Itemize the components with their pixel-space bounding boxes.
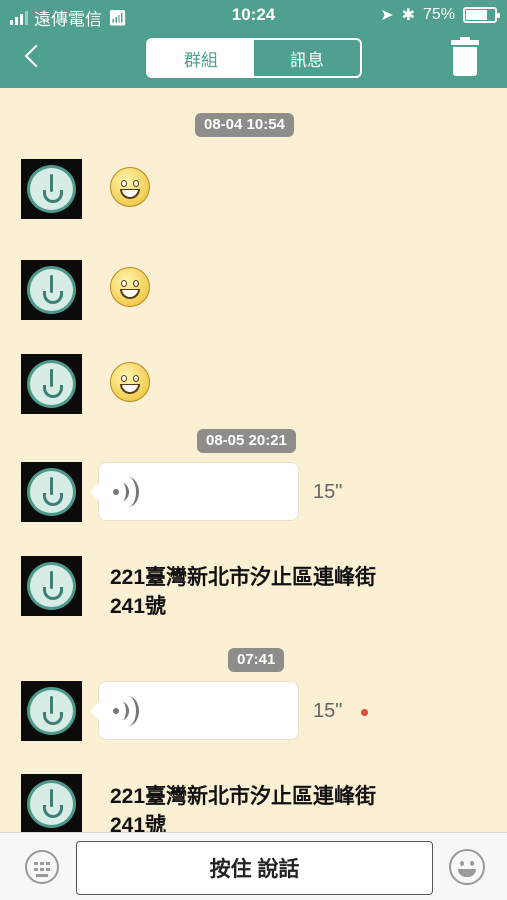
voice-duration: 15" [313,700,343,722]
location-icon: ➤ [380,7,394,24]
segmented-control: 群組 訊息 [146,38,362,78]
tab-group[interactable]: 群組 [148,40,254,76]
emoji-mouth [120,189,140,199]
avatar[interactable] [21,159,82,219]
status-bar: 遠傳電信 📶︎ 10:24 ➤ ✱ 75% [0,0,507,30]
voice-message-bubble[interactable] [90,462,299,521]
emoji-eye [133,280,139,287]
smiley-emoji-message[interactable] [110,167,150,207]
delete-button[interactable] [451,37,479,76]
avatar[interactable] [21,462,82,522]
battery-icon [463,7,500,23]
clock-icon [27,562,76,610]
tab-messages[interactable]: 訊息 [254,40,360,76]
keyboard-icon[interactable] [25,850,59,884]
chat-area[interactable]: 08-04 10:54 08-05 20:21 15" 221臺灣新北市汐止區連… [0,88,507,832]
clock-icon [27,165,76,213]
hold-to-talk-button[interactable]: 按住 說話 [76,841,433,895]
battery-percent: 75% [422,6,455,23]
clock-icon [27,360,76,408]
timestamp-badge: 07:41 [228,648,285,672]
clock-icon [27,780,76,828]
back-button[interactable] [22,44,44,70]
clock-icon [27,266,76,314]
text-message[interactable]: 221臺灣新北市汐止區連峰街241號 [110,782,390,832]
avatar[interactable] [21,681,82,741]
top-bar: 遠傳電信 📶︎ 10:24 ➤ ✱ 75% 群組 訊息 [0,0,507,88]
voice-wave-icon [113,696,141,726]
trash-lid [451,40,479,45]
avatar[interactable] [21,354,82,414]
trash-can [453,47,477,76]
emoji-mouth [120,384,140,394]
status-right: ➤ ✱ 75% [380,5,500,25]
emoji-eye [133,375,139,382]
avatar[interactable] [21,260,82,320]
avatar[interactable] [21,774,82,832]
emoji-eye [121,375,127,382]
avatar[interactable] [21,556,82,616]
input-bar: 按住 說話 [0,832,507,900]
emoji-eye [121,280,127,287]
emoji-mouth [120,289,140,299]
clock-icon [27,468,76,516]
timestamp-badge: 08-04 10:54 [195,113,294,137]
emoji-eye [133,180,139,187]
text-message[interactable]: 221臺灣新北市汐止區連峰街241號 [110,563,390,621]
battery-fill [466,10,487,20]
unread-dot [361,709,368,716]
smiley-emoji-message[interactable] [110,362,150,402]
emoji-eye [121,180,127,187]
smiley-emoji-message[interactable] [110,267,150,307]
voice-wave-icon [113,477,141,507]
clock-icon [27,687,76,735]
voice-duration: 15" [313,481,343,503]
bluetooth-icon: ✱ [401,7,415,24]
timestamp-badge: 08-05 20:21 [197,429,296,453]
voice-message-bubble[interactable] [90,681,299,740]
emoji-icon[interactable] [449,849,485,885]
